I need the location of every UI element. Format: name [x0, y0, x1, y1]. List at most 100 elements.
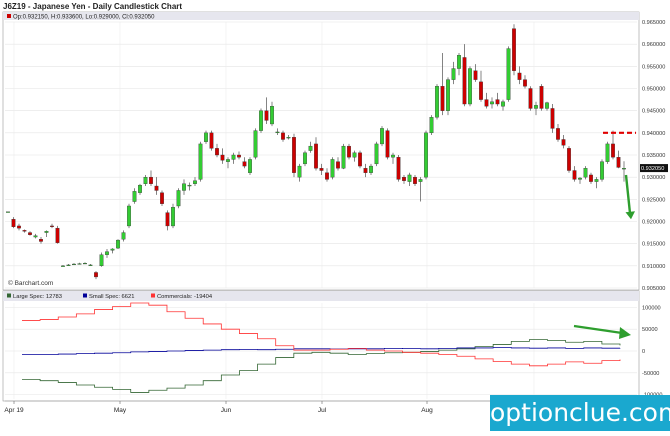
- candle-body: [248, 159, 252, 173]
- x-tick-label: Apr 19: [4, 407, 24, 414]
- candle-body: [149, 176, 153, 184]
- candle-body: [616, 157, 621, 168]
- candle-body: [550, 108, 555, 129]
- price-tick-label: 0.955000: [642, 64, 665, 70]
- price-tick-label: 0.940000: [642, 131, 665, 137]
- candle-body: [17, 225, 21, 229]
- x-tick-label: May: [114, 407, 127, 414]
- candle-body: [187, 184, 192, 187]
- candle-body: [182, 183, 186, 191]
- candle-body: [556, 128, 560, 140]
- x-tick-label: Aug: [421, 407, 433, 414]
- candle-body: [495, 99, 500, 105]
- candle-body: [484, 99, 489, 107]
- cot-legend-label: Small Spec: 6621: [89, 294, 134, 300]
- candle-body: [281, 132, 285, 140]
- candle-body: [418, 179, 423, 182]
- candle-body: [66, 264, 71, 266]
- candle-body: [424, 132, 428, 178]
- candle-body: [39, 239, 43, 242]
- price-tick-label: 0.950000: [642, 87, 665, 93]
- candle-body: [506, 48, 511, 100]
- candle-body: [440, 86, 445, 111]
- candle-body: [22, 230, 27, 232]
- cot-legend-swatch: [83, 293, 87, 298]
- chart-area: J6Z19 - Japanese Yen - Daily Candlestick…: [0, 0, 670, 431]
- cot-legend-label: Commercials: -19404: [157, 294, 213, 300]
- candle-body: [154, 185, 159, 191]
- candle-body: [622, 168, 626, 170]
- candle-body: [226, 159, 230, 162]
- candle-body: [11, 219, 16, 227]
- candle-body: [259, 110, 263, 131]
- candle-body: [121, 232, 126, 240]
- candle-body: [308, 145, 313, 151]
- candle-body: [358, 152, 362, 167]
- candle-body: [479, 81, 483, 100]
- candle-body: [275, 131, 280, 134]
- candle-body: [132, 191, 137, 202]
- chart-title: J6Z19 - Japanese Yen - Daily Candlestick…: [3, 2, 182, 11]
- candle-body: [572, 170, 577, 180]
- candle-body: [330, 159, 335, 178]
- cot-legend-swatch: [7, 293, 11, 298]
- candle-body: [314, 143, 318, 169]
- candle-body: [539, 86, 544, 109]
- candle-body: [237, 154, 241, 158]
- candle-body: [490, 101, 494, 105]
- candle-body: [605, 143, 610, 162]
- x-tick-label: Jun: [221, 407, 232, 414]
- price-tick-label: 0.925000: [642, 197, 665, 203]
- candle-body: [55, 227, 60, 243]
- candle-body: [44, 231, 49, 233]
- cot-tick-label: -50000: [642, 371, 659, 377]
- chart-svg: J6Z19 - Japanese Yen - Daily Candlestick…: [0, 0, 670, 414]
- price-tick-label: 0.920000: [642, 220, 665, 226]
- candle-body: [297, 165, 302, 178]
- candle-body: [116, 239, 120, 249]
- cot-legend: Large Spec: 12783 Small Spec: 6621 Commerc…: [7, 293, 213, 300]
- candle-body: [413, 176, 417, 184]
- candle-body: [523, 79, 527, 87]
- candle-body: [33, 235, 38, 238]
- candle-body: [303, 152, 307, 165]
- candle-body: [83, 262, 87, 265]
- candle-body: [336, 161, 340, 169]
- cot-tick-label: 100000: [642, 305, 661, 311]
- candle-body: [446, 79, 450, 111]
- candle-body: [160, 192, 164, 204]
- cot-legend-swatch: [151, 293, 155, 298]
- candle-body: [534, 105, 538, 109]
- candle-body: [105, 251, 109, 255]
- candle-body: [501, 101, 505, 107]
- ohlc-swatch: [7, 14, 11, 18]
- candle-body: [407, 174, 412, 182]
- cot-y-axis: 100000500000-50000-100000: [642, 305, 663, 398]
- candle-body: [567, 148, 571, 171]
- candle-body: [385, 130, 390, 158]
- candle-body: [611, 143, 615, 158]
- candle-body: [380, 128, 384, 145]
- price-y-axis: 0.965000 0.960000 0.955000 0.950000 0.945000…: [640, 20, 668, 292]
- cot-tick-label: 50000: [642, 327, 658, 333]
- candle-body: [99, 254, 104, 267]
- candle-body: [171, 207, 175, 227]
- candle-body: [176, 190, 181, 207]
- candle-body: [209, 132, 214, 149]
- watermark-logo: optionclue.com: [490, 395, 670, 431]
- candle-body: [435, 86, 439, 118]
- price-tick-label: 0.935000: [642, 153, 665, 159]
- candle-body: [457, 55, 461, 69]
- candle-body: [231, 154, 236, 160]
- price-tick-label: 0.905000: [642, 286, 665, 292]
- candle-body: [374, 143, 379, 165]
- candle-body: [528, 88, 533, 109]
- candle-body: [286, 137, 291, 139]
- ohlc-readout: Op:0.932150, H:0.933600, Lo:0.929000, Cl…: [13, 15, 155, 21]
- candle-body: [402, 176, 406, 181]
- candle-body: [600, 161, 604, 180]
- candle-body: [583, 168, 588, 178]
- barchart-credit: © Barchart.com: [8, 279, 53, 287]
- candle-body: [264, 110, 269, 121]
- cot-tick-label: 0: [642, 349, 645, 355]
